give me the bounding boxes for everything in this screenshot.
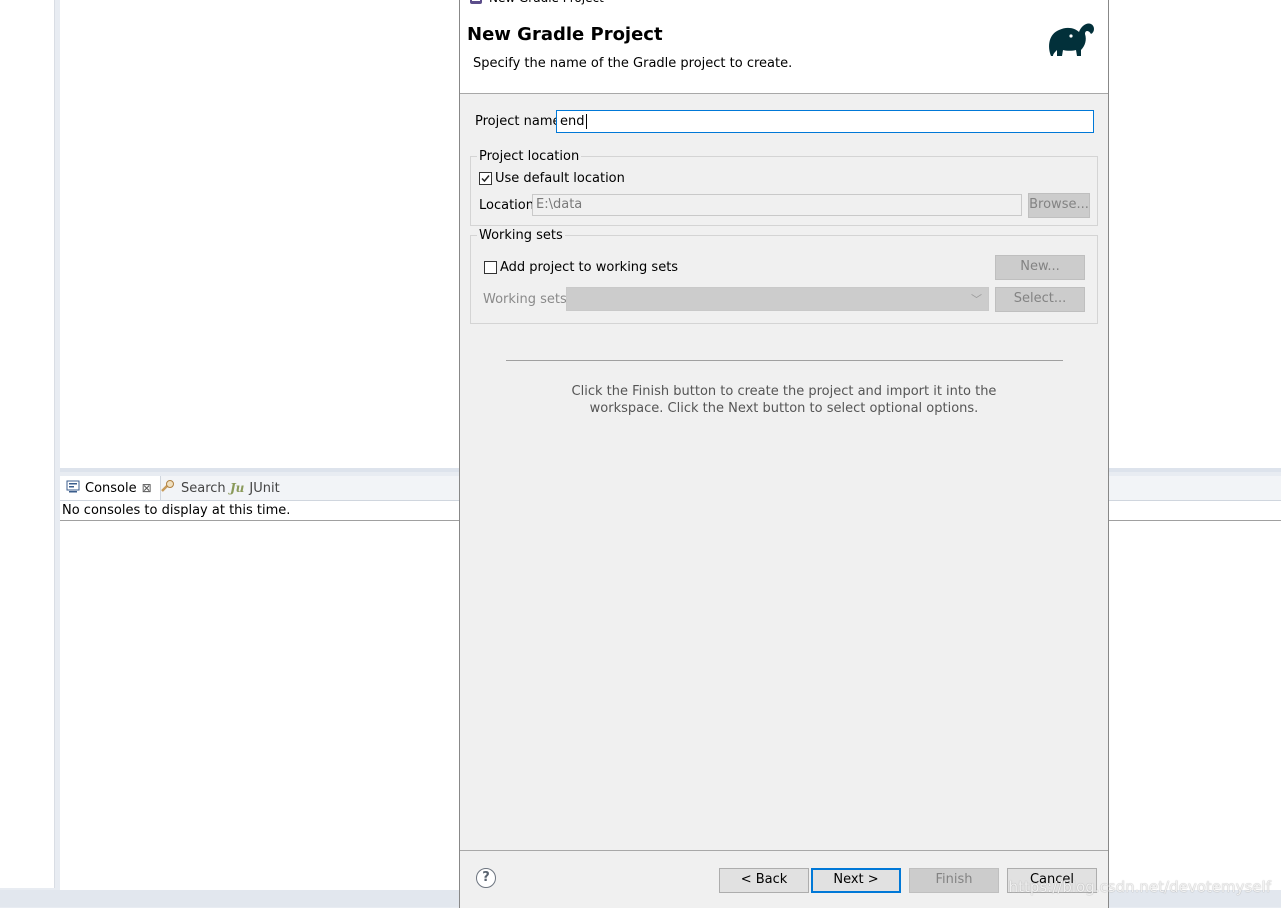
project-location-group-label: Project location — [477, 149, 582, 164]
junit-icon: Ju — [230, 481, 245, 495]
add-to-working-sets-label[interactable]: Add project to working sets — [500, 260, 678, 275]
maximize-icon[interactable]: ☐ — [1025, 0, 1055, 8]
search-icon — [160, 479, 176, 497]
use-default-location-checkbox[interactable] — [479, 172, 492, 185]
watermark-text: https://blog.csdn.net/devotemyself — [1008, 878, 1271, 896]
wizard-description: Specify the name of the Gradle project t… — [473, 56, 793, 71]
chevron-down-icon: ﹀ — [971, 293, 982, 306]
select-working-set-button[interactable]: Select... — [995, 287, 1085, 312]
tab-search[interactable]: Search — [160, 476, 226, 500]
location-input[interactable]: E:\data — [532, 194, 1022, 216]
tab-console-label: Console — [85, 480, 137, 496]
close-icon[interactable]: ⊠ — [142, 481, 152, 495]
tab-junit[interactable]: Ju JUnit — [230, 476, 280, 500]
tab-search-label: Search — [181, 480, 226, 496]
location-label: Location — [479, 198, 534, 213]
tab-junit-label: JUnit — [249, 480, 280, 496]
info-text: Click the Finish button to create the pr… — [460, 383, 1108, 417]
browse-button[interactable]: Browse... — [1028, 193, 1090, 218]
minimize-icon[interactable]: — — [980, 0, 1010, 8]
footer-separator — [460, 850, 1108, 851]
gradle-elephant-icon — [1045, 16, 1097, 64]
new-gradle-project-dialog: New Gradle Project — ☐ ✕ New Gradle Proj… — [459, 0, 1109, 908]
close-window-icon[interactable]: ✕ — [1070, 0, 1100, 8]
wizard-title: New Gradle Project — [467, 24, 663, 45]
help-icon[interactable]: ? — [476, 868, 496, 888]
add-to-working-sets-checkbox[interactable] — [484, 261, 497, 274]
project-name-input[interactable]: end — [556, 110, 1094, 133]
working-sets-group-label: Working sets — [477, 228, 565, 243]
dialog-title-bar: New Gradle Project — ☐ ✕ — [460, 0, 1108, 8]
new-working-set-button[interactable]: New... — [995, 255, 1085, 280]
project-name-value: end — [560, 114, 585, 129]
back-button[interactable]: < Back — [719, 868, 809, 893]
finish-button[interactable]: Finish — [909, 868, 999, 893]
next-button[interactable]: Next > — [811, 868, 901, 893]
info-line-2: workspace. Click the Next button to sele… — [589, 401, 979, 416]
working-sets-label: Working sets — [483, 292, 567, 307]
dialog-window-title: New Gradle Project — [489, 0, 604, 8]
console-icon — [66, 480, 80, 497]
console-message: No consoles to display at this time. — [62, 503, 291, 518]
project-name-label: Project name — [475, 114, 561, 129]
use-default-location-label[interactable]: Use default location — [495, 171, 625, 186]
tab-console[interactable]: Console ⊠ — [60, 476, 161, 500]
working-sets-combo[interactable]: ﹀ — [566, 287, 989, 311]
wizard-header: New Gradle Project Specify the name of t… — [460, 8, 1108, 94]
info-separator — [506, 360, 1063, 361]
left-panel — [0, 0, 55, 888]
info-line-1: Click the Finish button to create the pr… — [571, 384, 997, 399]
